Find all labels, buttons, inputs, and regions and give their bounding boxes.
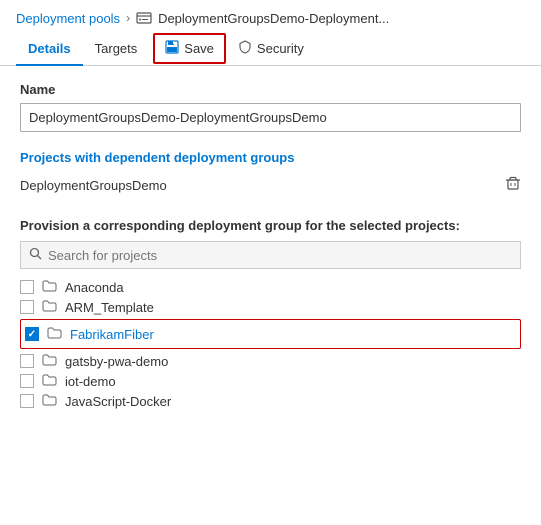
tab-details[interactable]: Details	[16, 33, 83, 66]
projects-section-title: Projects with dependent deployment group…	[20, 150, 521, 165]
provision-label: Provision a corresponding deployment gro…	[20, 218, 521, 233]
breadcrumb: Deployment pools › DeploymentGroupsDemo-…	[0, 0, 541, 32]
list-item-fabrikamfiber: FabrikamFiber	[25, 322, 516, 346]
project-name-anaconda: Anaconda	[65, 280, 124, 295]
breadcrumb-current: DeploymentGroupsDemo-Deployment...	[158, 11, 389, 26]
delete-icon[interactable]	[505, 175, 521, 196]
checkbox-gatsby[interactable]	[20, 354, 34, 368]
project-folder-icon	[42, 279, 57, 295]
project-folder-icon	[42, 373, 57, 389]
save-button[interactable]: Save	[153, 33, 226, 64]
tab-targets[interactable]: Targets	[83, 33, 150, 66]
save-label: Save	[184, 41, 214, 56]
project-list: Anaconda ARM_Template FabrikamFiber	[20, 277, 521, 411]
shield-icon	[238, 40, 252, 57]
search-icon	[29, 247, 42, 263]
list-item: iot-demo	[20, 371, 521, 391]
project-name-fabrikamfiber: FabrikamFiber	[70, 327, 154, 342]
security-label: Security	[257, 41, 304, 56]
project-name-gatsby: gatsby-pwa-demo	[65, 354, 168, 369]
search-box	[20, 241, 521, 269]
checkbox-iot-demo[interactable]	[20, 374, 34, 388]
breadcrumb-link[interactable]: Deployment pools	[16, 11, 120, 26]
list-item: Anaconda	[20, 277, 521, 297]
dependent-project-name: DeploymentGroupsDemo	[20, 178, 167, 193]
dependent-project-row: DeploymentGroupsDemo	[20, 171, 521, 200]
search-input[interactable]	[48, 248, 512, 263]
deployment-group-icon	[136, 10, 152, 26]
project-name-javascript-docker: JavaScript-Docker	[65, 394, 171, 409]
project-folder-icon	[42, 353, 57, 369]
list-item: ARM_Template	[20, 297, 521, 317]
breadcrumb-separator: ›	[126, 11, 130, 25]
project-name-arm-template: ARM_Template	[65, 300, 154, 315]
checkbox-anaconda[interactable]	[20, 280, 34, 294]
project-folder-icon	[42, 299, 57, 315]
checkbox-fabrikamfiber[interactable]	[25, 327, 39, 341]
checkbox-javascript-docker[interactable]	[20, 394, 34, 408]
list-item: JavaScript-Docker	[20, 391, 521, 411]
tabs-bar: Details Targets Save Security	[0, 32, 541, 66]
main-content: Name Projects with dependent deployment …	[0, 66, 541, 427]
save-icon	[165, 40, 179, 57]
project-name-iot-demo: iot-demo	[65, 374, 116, 389]
checkbox-arm-template[interactable]	[20, 300, 34, 314]
list-item: gatsby-pwa-demo	[20, 351, 521, 371]
name-input[interactable]	[20, 103, 521, 132]
name-label: Name	[20, 82, 521, 97]
project-folder-icon	[47, 326, 62, 342]
project-folder-icon	[42, 393, 57, 409]
tab-security[interactable]: Security	[226, 32, 316, 65]
